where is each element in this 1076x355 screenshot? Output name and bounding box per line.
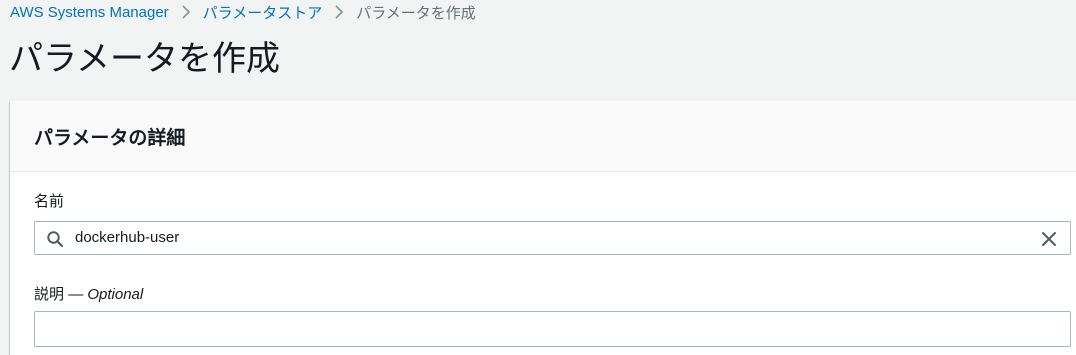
description-field-label: 説明 — Optional xyxy=(34,283,143,304)
breadcrumb-current: パラメータを作成 xyxy=(356,4,476,22)
breadcrumb-parameter-store[interactable]: パラメータストア xyxy=(203,2,323,23)
panel-header: パラメータの詳細 xyxy=(10,101,1076,172)
parameter-details-panel: パラメータの詳細 名前 dockerhub-user 説明 — Optional xyxy=(10,101,1076,355)
page: AWS Systems Manager パラメータストア パラメータを作成 パラ… xyxy=(0,0,1076,355)
chevron-right-icon xyxy=(169,2,203,22)
name-label-text: 名前 xyxy=(34,193,65,210)
name-input-value: dockerhub-user xyxy=(75,229,180,246)
description-input[interactable] xyxy=(34,311,1071,347)
clear-icon[interactable] xyxy=(1040,230,1058,248)
description-label-text: 説明 xyxy=(34,286,65,303)
breadcrumb: AWS Systems Manager パラメータストア パラメータを作成 xyxy=(10,2,476,22)
breadcrumb-systems-manager[interactable]: AWS Systems Manager xyxy=(10,4,169,21)
optional-tag: — Optional xyxy=(68,286,144,303)
panel-title: パラメータの詳細 xyxy=(34,127,186,149)
search-icon xyxy=(46,230,64,248)
name-field-label: 名前 xyxy=(34,190,64,211)
name-input[interactable]: dockerhub-user xyxy=(34,221,1071,255)
page-title: パラメータを作成 xyxy=(9,40,280,78)
chevron-right-icon xyxy=(322,2,356,22)
